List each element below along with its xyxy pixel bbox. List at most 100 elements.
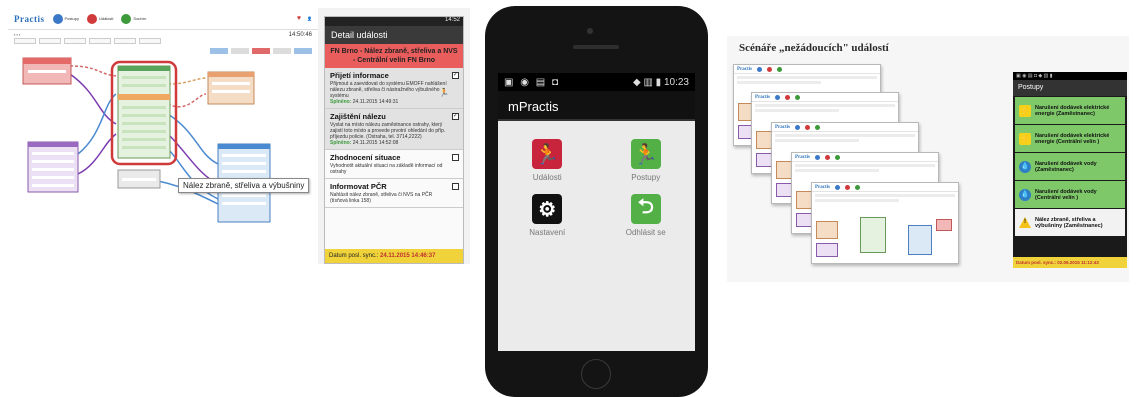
step-checkbox[interactable]	[452, 154, 459, 161]
thumbnail-header: Practis	[772, 123, 918, 132]
udalosti-icon	[805, 124, 810, 130]
toolbar-button[interactable]	[64, 38, 86, 44]
toolbar-button[interactable]	[14, 38, 36, 44]
runner-icon: 🏃	[630, 139, 661, 169]
step-done-time: 24.11.2015 14:52:08	[352, 140, 399, 146]
procedure-item[interactable]: 💧 Narušení dodávek vody (Centrální velín…	[1015, 181, 1125, 208]
procedure-item[interactable]: ! Nález zbraně, střeliva a výbušniny (Za…	[1015, 209, 1125, 236]
procedures-phone-screen: ▣ ◉ ▤ ◘ ◆ ▥ ▮ Postupy ⚡ Narušení dodávek…	[1013, 72, 1127, 268]
step-item[interactable]: Zajištění nálezu Vyslat na místo nálezu …	[325, 109, 463, 150]
android-detail-screen: 14:52 Detail události FN Brno - Nález zb…	[324, 16, 464, 264]
thumbnail-toolbar	[812, 192, 958, 206]
procedures-header: Postupy	[1013, 80, 1127, 96]
workflow-diagram	[22, 57, 271, 223]
tile-label: Události	[532, 173, 562, 182]
udalosti-icon	[845, 184, 850, 190]
nav-udalosti[interactable]: Události	[86, 13, 113, 24]
toolbar-button[interactable]	[89, 38, 111, 44]
status-right: ◆ ▥ ▮ 10:23	[633, 77, 689, 88]
practis-logo: Practis	[775, 124, 790, 130]
practis-logo: Practis	[14, 13, 45, 24]
tile-udalosti[interactable]: 🏃 Události	[498, 139, 597, 182]
postupy-icon	[757, 66, 762, 72]
tile-odhlasit[interactable]: ⮌ Odhlásit se	[597, 194, 696, 237]
notification-icons: ▣ ◉ ▤ ◘	[504, 76, 560, 88]
runner-icon: 🏃	[532, 139, 563, 169]
udalosti-icon	[785, 94, 790, 100]
toolbar-button[interactable]	[139, 38, 161, 44]
souhrn-icon	[121, 13, 132, 24]
thumbnail-toolbar	[792, 162, 938, 176]
step-title: Informovat PČR	[330, 182, 387, 191]
home-button[interactable]	[581, 359, 611, 389]
gears-icon: ⚙	[532, 194, 563, 224]
souhrn-icon	[835, 154, 840, 160]
runner-icon: 🏃	[439, 88, 449, 97]
tile-label: Odhlásit se	[625, 228, 666, 237]
practis-logo: Practis	[737, 66, 752, 72]
node-tooltip: Nález zbraně, střeliva a výbušniny	[178, 178, 310, 193]
step-body: Nahlásit nález zbraně, střeliva či NVS n…	[330, 192, 433, 204]
procedure-item[interactable]: 💧 Narušení dodávek vody (Zaměstnanec)	[1015, 153, 1125, 180]
thumbnail-toolbar	[734, 74, 880, 88]
nav-postupy[interactable]: Postupy	[52, 13, 79, 24]
step-checkbox[interactable]: ✓	[452, 72, 459, 79]
speaker-grille	[573, 45, 619, 49]
souhrn-icon	[777, 66, 782, 72]
step-checkbox[interactable]	[452, 183, 459, 190]
android-status-bar: 14:52	[325, 17, 463, 26]
app-title: mPractis	[498, 91, 695, 121]
souhrn-icon	[795, 94, 800, 100]
sync-footer: Datum posl. sync.: 02.06.2015 11:12:43	[1013, 257, 1127, 268]
udalosti-icon	[825, 154, 830, 160]
procedure-item[interactable]: ⚡ Narušení dodávek elektrické energie (C…	[1015, 125, 1125, 152]
phone-status-bar: ▣ ◉ ▤ ◘ ◆ ▥ ▮ 10:23	[498, 73, 695, 91]
logout-icon: ⮌	[630, 194, 661, 224]
heart-icon: ♥	[296, 15, 302, 22]
warning-icon: !	[1019, 217, 1031, 229]
step-title: Zajištění nálezu	[330, 112, 386, 121]
postupy-icon	[52, 13, 63, 24]
thumbnail-header: Practis	[734, 65, 880, 74]
thumbnail-header: Practis	[752, 93, 898, 102]
procedure-item[interactable]: ⚡ Narušení dodávek elektrické energie (Z…	[1015, 97, 1125, 124]
desktop-screenshot-panel: Practis Postupy Události Souhrn ♥ 👤 ▪ ▪ ▪…	[8, 8, 470, 264]
practis-logo: Practis	[815, 184, 830, 190]
step-item[interactable]: Zhodnocení situace Vyhodnotit aktuální s…	[325, 150, 463, 179]
home-menu-grid: 🏃 Události 🏃 Postupy ⚙ Nastavení ⮌ Odhlá…	[498, 125, 695, 237]
signal-icons: ◆ ▥ ▮	[632, 76, 664, 88]
desktop-header: Practis Postupy Události Souhrn ♥ 👤	[8, 8, 318, 30]
procedure-label: Narušení dodávek elektrické energie (Zam…	[1035, 104, 1110, 117]
procedure-label: Narušení dodávek vody (Zaměstnanec)	[1035, 160, 1097, 173]
thumbnail-toolbar	[772, 132, 918, 146]
breadcrumb: ▪ ▪ ▪	[14, 32, 21, 37]
sync-label: Datum posl. sync.:	[329, 253, 379, 259]
step-checkbox[interactable]: ✓	[452, 113, 459, 120]
bolt-icon: ⚡	[1019, 104, 1031, 117]
detail-header: Detail události	[325, 26, 463, 44]
nav-souhrn[interactable]: Souhrn	[121, 13, 146, 24]
postupy-icon	[795, 124, 800, 130]
step-item[interactable]: Informovat PČR Nahlásit nález zbraně, st…	[325, 179, 463, 208]
tile-nastaveni[interactable]: ⚙ Nastavení	[498, 194, 597, 237]
toolbar-button[interactable]	[114, 38, 136, 44]
step-title: Přijetí informace	[330, 71, 389, 80]
mpractis-home-screen: ▣ ◉ ▤ ◘ ◆ ▥ ▮ 10:23 mPractis 🏃 Události …	[498, 73, 695, 351]
sync-footer: Datum posl. sync.: 24.11.2015 14:46:37	[325, 249, 463, 263]
tile-label: Postupy	[631, 173, 661, 182]
water-icon: 💧	[1019, 188, 1031, 201]
step-item[interactable]: Přijetí informace Přijmout a zaevidovat …	[325, 68, 463, 109]
sync-time: 24.11.2015 14:46:37	[380, 253, 436, 259]
step-done-label: Splněno:	[330, 140, 352, 146]
udalosti-icon	[767, 66, 772, 72]
procedure-label: Nález zbraně, střeliva a výbušniny (Zamě…	[1035, 216, 1103, 229]
procedure-label: Narušení dodávek elektrické energie (Cen…	[1035, 132, 1110, 145]
incident-title: FN Brno - Nález zbraně, střeliva a NVS -…	[325, 44, 463, 68]
user-area[interactable]: ♥ 👤	[297, 15, 312, 22]
thumbnail-header: Practis	[792, 153, 938, 162]
desktop-app: Practis Postupy Události Souhrn ♥ 👤 ▪ ▪ ▪…	[8, 8, 318, 264]
tile-postupy[interactable]: 🏃 Postupy	[597, 139, 696, 182]
phone-status-bar: ▣ ◉ ▤ ◘ ◆ ▥ ▮	[1013, 72, 1127, 80]
toolbar-button[interactable]	[39, 38, 61, 44]
souhrn-icon	[815, 124, 820, 130]
